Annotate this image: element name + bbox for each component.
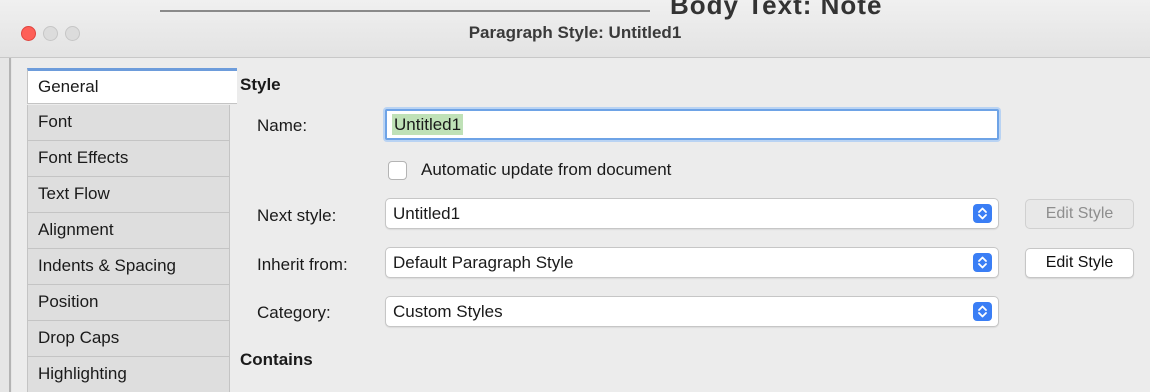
- selected-name-text: Untitled1: [392, 114, 464, 135]
- next-style-edit-button[interactable]: Edit Style: [1025, 199, 1134, 229]
- tab-alignment[interactable]: Alignment: [27, 213, 230, 249]
- tab-font-effects[interactable]: Font Effects: [27, 141, 230, 177]
- title-bar: Body Text: Note Paragraph Style: Untitle…: [0, 0, 1150, 58]
- window-title: Paragraph Style: Untitled1: [468, 23, 682, 42]
- name-label: Name:: [257, 116, 308, 135]
- next-style-select[interactable]: Untitled1: [385, 198, 999, 229]
- tab-highlighting[interactable]: Highlighting: [27, 357, 230, 392]
- auto-update-label[interactable]: Automatic update from document: [421, 160, 671, 180]
- inherit-from-select[interactable]: Default Paragraph Style: [385, 247, 999, 278]
- inherit-from-label: Inherit from:: [257, 255, 348, 274]
- inherit-edit-button[interactable]: Edit Style: [1025, 248, 1134, 278]
- next-style-value: Untitled1: [393, 204, 461, 223]
- background-document-text: Body Text: Note: [670, 0, 883, 20]
- name-field[interactable]: Untitled1: [385, 109, 999, 140]
- style-section-heading: Style: [240, 75, 281, 94]
- tab-general[interactable]: General: [27, 68, 237, 104]
- chevron-updown-icon: [973, 204, 992, 223]
- chevron-updown-icon: [973, 302, 992, 321]
- tab-font[interactable]: Font: [27, 105, 230, 141]
- contains-section-heading: Contains: [240, 350, 313, 369]
- tab-drop-caps[interactable]: Drop Caps: [27, 321, 230, 357]
- chevron-updown-icon: [973, 253, 992, 272]
- category-select[interactable]: Custom Styles: [385, 296, 999, 327]
- category-label: Category:: [257, 303, 331, 322]
- general-tab-content: Style Name: Untitled1 Automatic update f…: [230, 58, 1150, 392]
- auto-update-checkbox[interactable]: [388, 161, 407, 180]
- category-value: Custom Styles: [393, 302, 503, 321]
- next-style-label: Next style:: [257, 206, 337, 225]
- tab-list: General Font Font Effects Text Flow Alig…: [27, 68, 237, 392]
- tab-text-flow[interactable]: Text Flow: [27, 177, 230, 213]
- inherit-from-value: Default Paragraph Style: [393, 253, 574, 272]
- tab-position[interactable]: Position: [27, 285, 230, 321]
- left-panel-divider: [9, 58, 11, 392]
- background-window-edge: [160, 10, 650, 12]
- tab-indents-spacing[interactable]: Indents & Spacing: [27, 249, 230, 285]
